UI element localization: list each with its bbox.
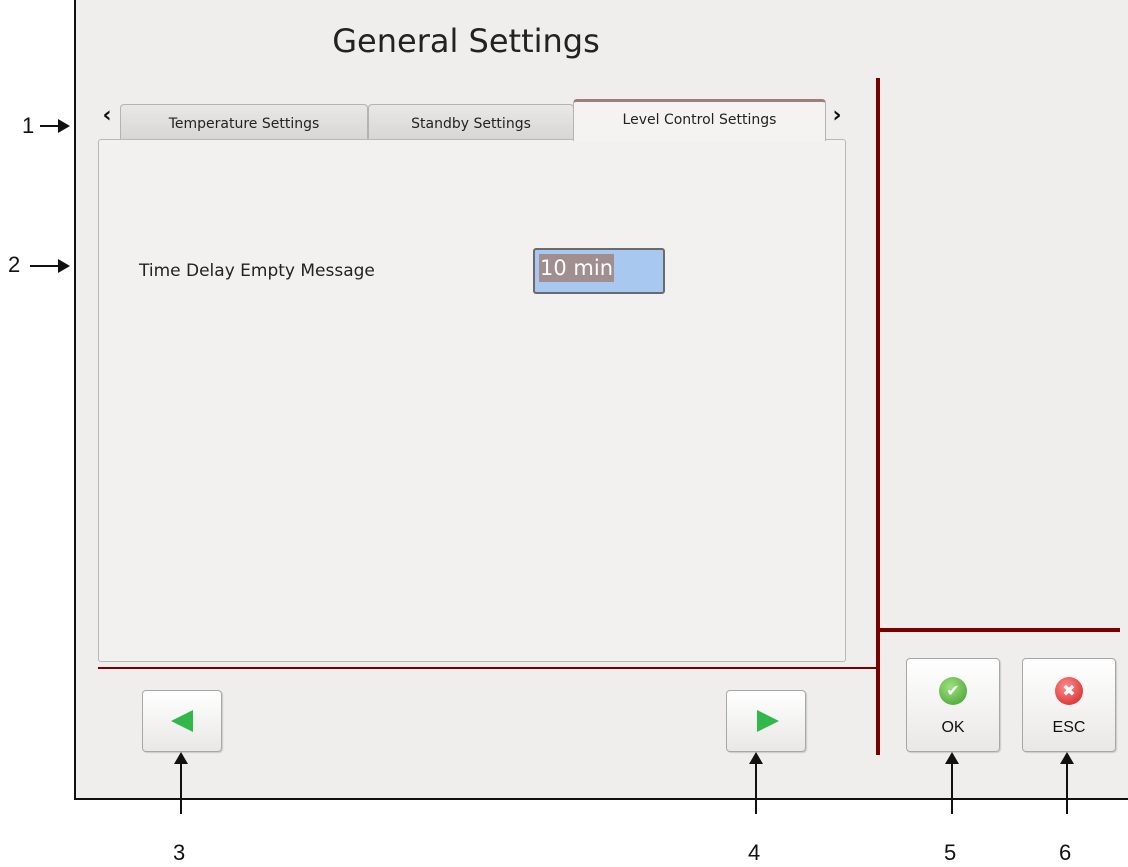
next-button[interactable] <box>726 690 806 752</box>
esc-button[interactable]: ✖ ESC <box>1022 658 1116 752</box>
tab-temperature-settings[interactable]: Temperature Settings <box>120 104 368 140</box>
vertical-divider <box>876 78 880 755</box>
chevron-right-icon[interactable]: › <box>828 103 846 129</box>
bottom-divider <box>98 667 876 669</box>
prev-button[interactable] <box>142 690 222 752</box>
callout-6: 6 <box>1059 840 1072 865</box>
tab-level-control-settings[interactable]: Level Control Settings <box>573 99 826 141</box>
right-divider <box>880 628 1120 632</box>
chevron-left-icon[interactable]: ‹ <box>98 103 116 129</box>
callout-2: 2 <box>8 252 21 277</box>
time-delay-label: Time Delay Empty Message <box>139 261 375 281</box>
callout-5: 5 <box>944 840 957 865</box>
callout-3: 3 <box>173 840 186 865</box>
ok-button[interactable]: ✔ OK <box>906 658 1000 752</box>
time-delay-value: 10 min <box>539 254 614 282</box>
close-icon: ✖ <box>1055 677 1083 705</box>
callout-3-arrow <box>174 752 188 814</box>
green-left-arrow-icon <box>171 710 193 732</box>
callout-5-arrow <box>945 752 959 814</box>
settings-panel: Time Delay Empty Message 10 min <box>98 139 846 662</box>
esc-label: ESC <box>1052 719 1086 736</box>
callout-4-arrow <box>749 752 763 814</box>
green-right-arrow-icon <box>757 710 779 732</box>
check-icon: ✔ <box>939 677 967 705</box>
page-title: General Settings <box>332 22 600 60</box>
callout-2-arrow <box>30 259 70 273</box>
callout-1-arrow <box>40 119 70 133</box>
tab-standby-settings[interactable]: Standby Settings <box>368 104 574 140</box>
ok-label: OK <box>941 719 965 736</box>
callout-1: 1 <box>22 113 35 138</box>
callout-6-arrow <box>1060 752 1074 814</box>
callout-4: 4 <box>748 840 761 865</box>
settings-screen: General Settings ‹ Temperature Settings … <box>74 0 1128 800</box>
time-delay-input[interactable]: 10 min <box>533 248 665 294</box>
